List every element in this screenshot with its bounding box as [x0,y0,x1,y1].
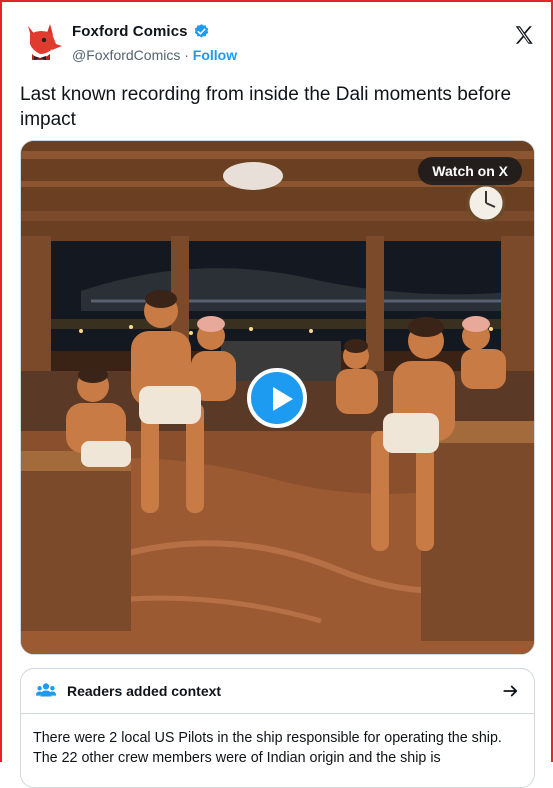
community-note-body: There were 2 local US Pilots in the ship… [33,730,502,766]
community-note-header[interactable]: Readers added context [21,669,534,714]
community-note-title: Readers added context [67,683,222,699]
author-name-row: Foxford Comics [72,23,210,40]
watch-on-x-button[interactable]: Watch on X [418,157,522,185]
verified-badge-icon [194,24,208,38]
community-note[interactable]: Readers added context There were 2 local… [20,668,535,788]
fox-logo-icon [28,24,62,60]
separator-dot: · [184,47,189,63]
x-logo-icon[interactable] [513,24,535,46]
author-display-name[interactable]: Foxford Comics [72,23,188,40]
author-handle-row: @FoxfordComics · Follow [72,47,237,63]
arrow-right-icon[interactable] [502,682,520,700]
people-icon [35,683,57,697]
tweet-header: Foxford Comics @FoxfordComics · Follow [20,16,535,72]
video-player[interactable]: Watch on X [20,140,535,655]
follow-button[interactable]: Follow [193,47,237,63]
author-handle[interactable]: @FoxfordComics [72,47,180,63]
tweet-text: Last known recording from inside the Dal… [20,84,512,130]
play-icon[interactable] [247,368,307,428]
avatar[interactable] [20,20,64,64]
